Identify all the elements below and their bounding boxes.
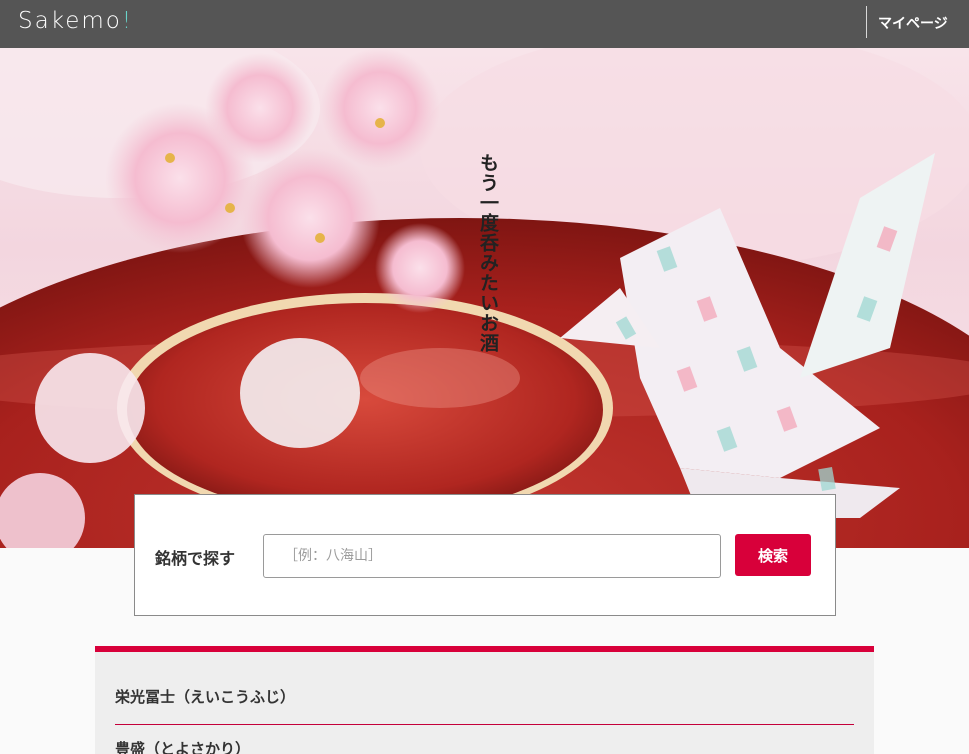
mypage-link[interactable]: マイページ (878, 13, 948, 33)
search-button[interactable]: 検索 (735, 534, 811, 576)
hero-image: もう一度呑みたいお酒 (0, 48, 969, 548)
search-panel: 銘柄で探す 検索 (134, 494, 836, 616)
logo[interactable]: Sakemo! (18, 8, 133, 34)
logo-text: Sakemo (18, 8, 122, 34)
logo-mark: ! (121, 8, 134, 34)
top-bar: Sakemo! マイページ (0, 0, 969, 48)
result-item[interactable]: 栄光冨士（えいこうふじ） (115, 686, 854, 707)
result-item[interactable]: 豊盛（とよさかり） (115, 738, 854, 754)
hero-tagline: もう一度呑みたいお酒 (477, 153, 499, 353)
brand-search-input[interactable] (263, 534, 721, 578)
header-divider (866, 6, 867, 38)
search-label: 銘柄で探す (155, 549, 236, 568)
search-results-list: 栄光冨士（えいこうふじ） 豊盛（とよさかり） (95, 646, 874, 754)
result-divider (115, 724, 854, 725)
